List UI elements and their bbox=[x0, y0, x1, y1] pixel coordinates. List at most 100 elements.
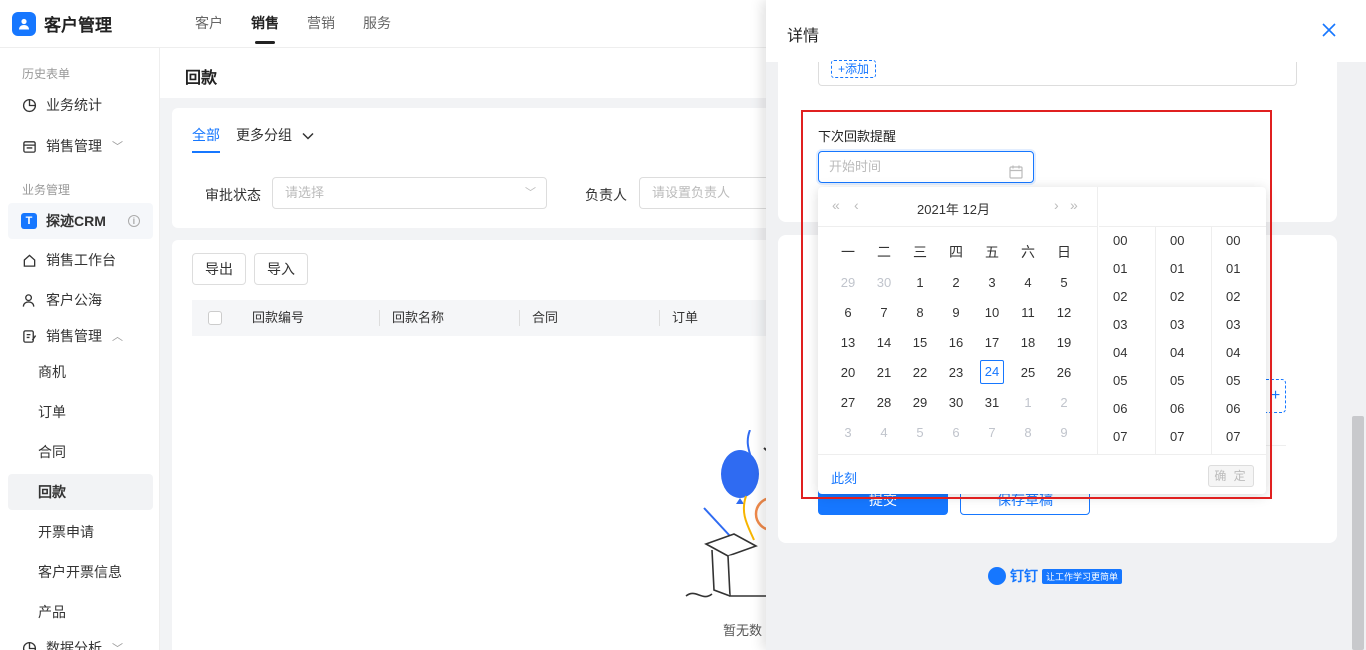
calendar-day[interactable]: 8 bbox=[1010, 417, 1046, 447]
calendar-day[interactable]: 5 bbox=[1046, 267, 1082, 297]
minute-option[interactable]: 00 bbox=[1156, 227, 1211, 255]
calendar-day[interactable]: 23 bbox=[938, 357, 974, 387]
sidebar-item-stats[interactable]: 业务统计 bbox=[8, 87, 153, 123]
second-option[interactable]: 00 bbox=[1212, 227, 1267, 255]
calendar-day[interactable]: 2 bbox=[938, 267, 974, 297]
calendar-day[interactable]: 18 bbox=[1010, 327, 1046, 357]
second-option[interactable]: 07 bbox=[1212, 423, 1267, 451]
confirm-button[interactable]: 确 定 bbox=[1208, 465, 1254, 487]
now-button[interactable]: 此刻 bbox=[831, 468, 857, 487]
calendar-day[interactable]: 3 bbox=[830, 417, 866, 447]
next-month-icon[interactable]: › bbox=[1054, 197, 1059, 213]
calendar-day[interactable]: 29 bbox=[830, 267, 866, 297]
calendar-day[interactable]: 9 bbox=[938, 297, 974, 327]
select-all-checkbox[interactable] bbox=[208, 311, 222, 325]
column-header-order[interactable]: 订单 bbox=[672, 300, 698, 336]
calendar-day[interactable]: 6 bbox=[830, 297, 866, 327]
add-link[interactable]: +添加 bbox=[831, 60, 877, 78]
next-year-icon[interactable]: » bbox=[1070, 197, 1078, 213]
calendar-day[interactable]: 21 bbox=[866, 357, 902, 387]
calendar-day[interactable]: 26 bbox=[1046, 357, 1082, 387]
minute-option[interactable]: 04 bbox=[1156, 339, 1211, 367]
sidebar-item-sales-mgmt[interactable]: 销售管理 ︿ bbox=[8, 318, 153, 354]
second-option[interactable]: 06 bbox=[1212, 395, 1267, 423]
calendar-day[interactable]: 30 bbox=[938, 387, 974, 417]
calendar-day[interactable]: 28 bbox=[866, 387, 902, 417]
sidebar-subitem-invoice-info[interactable]: 客户开票信息 bbox=[8, 554, 153, 590]
calendar-day[interactable]: 3 bbox=[974, 267, 1010, 297]
sidebar-item-analysis[interactable]: 数据分析 ﹀ bbox=[8, 630, 153, 650]
close-icon[interactable] bbox=[1321, 22, 1337, 38]
hour-option[interactable]: 07 bbox=[1099, 423, 1155, 451]
minute-option[interactable]: 03 bbox=[1156, 311, 1211, 339]
sidebar-subitem-invoice-request[interactable]: 开票申请 bbox=[8, 514, 153, 550]
calendar-day[interactable]: 2 bbox=[1046, 387, 1082, 417]
second-option[interactable]: 01 bbox=[1212, 255, 1267, 283]
calendar-day[interactable]: 7 bbox=[866, 297, 902, 327]
calendar-day[interactable]: 6 bbox=[938, 417, 974, 447]
minute-column[interactable]: 00 01 02 03 04 05 06 07 bbox=[1155, 227, 1211, 454]
sidebar-subitem-contract[interactable]: 合同 bbox=[8, 434, 153, 470]
calendar-day[interactable]: 13 bbox=[830, 327, 866, 357]
topnav-marketing[interactable]: 营销 bbox=[293, 0, 349, 48]
sidebar-subitem-product[interactable]: 产品 bbox=[8, 594, 153, 630]
export-button[interactable]: 导出 bbox=[192, 253, 246, 285]
calendar-day[interactable]: 14 bbox=[866, 327, 902, 357]
calendar-day[interactable]: 20 bbox=[830, 357, 866, 387]
calendar-day[interactable]: 16 bbox=[938, 327, 974, 357]
sidebar-item-workbench[interactable]: 销售工作台 bbox=[8, 242, 153, 278]
calendar-day[interactable]: 7 bbox=[974, 417, 1010, 447]
hour-option[interactable]: 01 bbox=[1099, 255, 1155, 283]
minute-option[interactable]: 02 bbox=[1156, 283, 1211, 311]
sidebar-item-crm[interactable]: T 探迹CRM i bbox=[8, 203, 153, 239]
hour-option[interactable]: 06 bbox=[1099, 395, 1155, 423]
hour-option[interactable]: 05 bbox=[1099, 367, 1155, 395]
calendar-day[interactable]: 12 bbox=[1046, 297, 1082, 327]
calendar-day[interactable]: 17 bbox=[974, 327, 1010, 357]
calendar-title[interactable]: 2021年 12月 bbox=[917, 199, 990, 218]
approval-status-select[interactable]: 请选择 ﹀ bbox=[272, 177, 547, 209]
second-option[interactable]: 05 bbox=[1212, 367, 1267, 395]
minute-option[interactable]: 01 bbox=[1156, 255, 1211, 283]
import-button[interactable]: 导入 bbox=[254, 253, 308, 285]
hour-column[interactable]: 00 01 02 03 04 05 06 07 bbox=[1099, 227, 1155, 454]
second-column[interactable]: 00 01 02 03 04 05 06 07 bbox=[1211, 227, 1267, 454]
calendar-day[interactable]: 30 bbox=[866, 267, 902, 297]
calendar-day[interactable]: 27 bbox=[830, 387, 866, 417]
calendar-day[interactable]: 19 bbox=[1046, 327, 1082, 357]
tab-all[interactable]: 全部 bbox=[192, 125, 220, 153]
sidebar-item-customer-pool[interactable]: 客户公海 bbox=[8, 282, 153, 318]
topnav-customer[interactable]: 客户 bbox=[181, 0, 237, 48]
calendar-day[interactable]: 1 bbox=[1010, 387, 1046, 417]
calendar-day[interactable]: 5 bbox=[902, 417, 938, 447]
calendar-day-today[interactable]: 24 bbox=[974, 357, 1010, 387]
scrollbar-thumb[interactable] bbox=[1352, 416, 1364, 650]
column-header-contract[interactable]: 合同 bbox=[532, 300, 558, 336]
calendar-day[interactable]: 31 bbox=[974, 387, 1010, 417]
calendar-day[interactable]: 22 bbox=[902, 357, 938, 387]
hour-option[interactable]: 04 bbox=[1099, 339, 1155, 367]
second-option[interactable]: 02 bbox=[1212, 283, 1267, 311]
add-button[interactable]: + bbox=[1266, 379, 1286, 413]
sidebar-subitem-opportunity[interactable]: 商机 bbox=[8, 354, 153, 390]
calendar-day[interactable]: 15 bbox=[902, 327, 938, 357]
calendar-day[interactable]: 1 bbox=[902, 267, 938, 297]
minute-option[interactable]: 06 bbox=[1156, 395, 1211, 423]
column-header-payment-name[interactable]: 回款名称 bbox=[392, 300, 444, 336]
column-header-payment-no[interactable]: 回款编号 bbox=[252, 300, 304, 336]
second-option[interactable]: 04 bbox=[1212, 339, 1267, 367]
sidebar-item-sales-mgmt-history[interactable]: 销售管理 ﹀ bbox=[8, 128, 153, 164]
tab-more-groups[interactable]: 更多分组 bbox=[236, 125, 314, 145]
calendar-day[interactable]: 25 bbox=[1010, 357, 1046, 387]
sidebar-subitem-order[interactable]: 订单 bbox=[8, 394, 153, 430]
hour-option[interactable]: 02 bbox=[1099, 283, 1155, 311]
calendar-day[interactable]: 10 bbox=[974, 297, 1010, 327]
info-icon[interactable]: i bbox=[127, 215, 140, 227]
prev-month-icon[interactable]: ‹ bbox=[854, 197, 859, 213]
sidebar-subitem-payment[interactable]: 回款 bbox=[8, 474, 153, 510]
hour-option[interactable]: 03 bbox=[1099, 311, 1155, 339]
minute-option[interactable]: 07 bbox=[1156, 423, 1211, 451]
calendar-day[interactable]: 11 bbox=[1010, 297, 1046, 327]
calendar-day[interactable]: 9 bbox=[1046, 417, 1082, 447]
second-option[interactable]: 03 bbox=[1212, 311, 1267, 339]
